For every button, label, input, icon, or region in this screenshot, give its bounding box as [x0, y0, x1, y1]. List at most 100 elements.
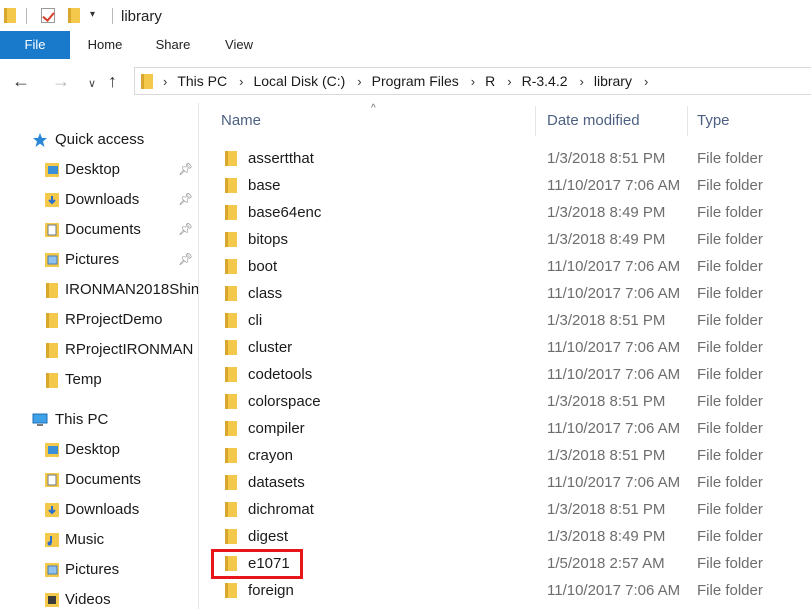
- table-row[interactable]: crayon 1/3/2018 8:51 PM File folder: [211, 442, 811, 469]
- pin-icon[interactable]: 📌︎: [178, 252, 193, 266]
- file-date-modified: 11/10/2017 7:06 AM: [547, 285, 679, 302]
- table-row[interactable]: compiler 11/10/2017 7:06 AM File folder: [211, 415, 811, 442]
- forward-arrow-icon[interactable]: →: [52, 71, 70, 91]
- nav-quick-access[interactable]: Quick access: [0, 125, 198, 155]
- tab-share[interactable]: Share: [140, 31, 206, 59]
- file-list: ^ Name Date modified Type assertthat 1/3/…: [199, 103, 811, 609]
- table-row[interactable]: colorspace 1/3/2018 8:51 PM File folder: [211, 388, 811, 415]
- table-row[interactable]: foreign 11/10/2017 7:06 AM File folder: [211, 577, 811, 604]
- table-row[interactable]: dichromat 1/3/2018 8:51 PM File folder: [211, 496, 811, 523]
- table-row[interactable]: datasets 11/10/2017 7:06 AM File folder: [211, 469, 811, 496]
- ribbon: File Home Share View: [0, 31, 811, 59]
- nav-label: Desktop: [65, 441, 121, 458]
- table-row[interactable]: base64enc 1/3/2018 8:49 PM File folder: [211, 199, 811, 226]
- breadcrumb-local-disk[interactable]: Local Disk (C:): [253, 73, 345, 89]
- table-row[interactable]: cluster 11/10/2017 7:06 AM File folder: [211, 334, 811, 361]
- file-name: dichromat: [248, 501, 314, 518]
- chevron-right-icon[interactable]: ›: [507, 74, 511, 89]
- file-type: File folder: [697, 285, 763, 302]
- folder-icon: [225, 151, 237, 166]
- breadcrumb-r[interactable]: R: [485, 73, 495, 89]
- back-arrow-icon[interactable]: ←: [12, 71, 30, 91]
- pin-icon[interactable]: 📌︎: [178, 222, 193, 236]
- column-divider[interactable]: [687, 106, 688, 136]
- breadcrumb-this-pc[interactable]: This PC: [177, 73, 227, 89]
- column-divider[interactable]: [535, 106, 536, 136]
- tab-file[interactable]: File: [0, 31, 70, 59]
- sidebar-item-pc-pictures[interactable]: Pictures: [0, 555, 198, 585]
- nav-this-pc[interactable]: This PC: [0, 405, 198, 435]
- file-type: File folder: [697, 258, 763, 275]
- table-row[interactable]: class 11/10/2017 7:06 AM File folder: [211, 280, 811, 307]
- table-row[interactable]: bitops 1/3/2018 8:49 PM File folder: [211, 226, 811, 253]
- file-name: base64enc: [248, 204, 322, 221]
- nav-label: RProjectDemo: [65, 311, 163, 328]
- sidebar-item-pc-videos[interactable]: Videos: [0, 585, 198, 609]
- file-type: File folder: [697, 204, 763, 221]
- pin-icon[interactable]: 📌︎: [178, 192, 193, 206]
- folder-icon: [225, 394, 237, 409]
- file-name: assertthat: [248, 150, 314, 167]
- sidebar-item-ironman2018shiny[interactable]: IRONMAN2018Shiny: [0, 275, 198, 305]
- chevron-right-icon[interactable]: ›: [239, 74, 243, 89]
- customize-toolbar-chevron-icon[interactable]: ▾: [90, 9, 95, 20]
- sidebar-item-temp[interactable]: Temp: [0, 365, 198, 395]
- sidebar-item-rprojectironman[interactable]: RProjectIRONMAN: [0, 335, 198, 365]
- folder-icon: [141, 74, 153, 89]
- sidebar-item-pc-music[interactable]: Music: [0, 525, 198, 555]
- sidebar-item-documents[interactable]: Documents 📌︎: [0, 215, 198, 245]
- nav-label: Videos: [65, 591, 111, 608]
- documents-folder-icon: [45, 473, 59, 487]
- star-icon: [33, 133, 47, 147]
- folder-icon: [225, 529, 237, 544]
- nav-label: Downloads: [65, 501, 140, 518]
- table-row[interactable]: base 11/10/2017 7:06 AM File folder: [211, 172, 811, 199]
- folder-icon: [225, 286, 237, 301]
- pin-icon[interactable]: 📌︎: [178, 162, 193, 176]
- downloads-folder-icon: [45, 503, 59, 517]
- folder-icon: [225, 178, 237, 193]
- sidebar-item-desktop[interactable]: Desktop 📌︎: [0, 155, 198, 185]
- chevron-right-icon[interactable]: ›: [357, 74, 361, 89]
- file-date-modified: 11/10/2017 7:06 AM: [547, 258, 679, 275]
- chevron-right-icon[interactable]: ›: [580, 74, 584, 89]
- column-header-name[interactable]: Name: [221, 112, 261, 129]
- folder-icon: [46, 373, 58, 388]
- chevron-right-icon[interactable]: ›: [644, 74, 648, 89]
- address-bar[interactable]: › This PC › Local Disk (C:) › Program Fi…: [134, 67, 811, 95]
- chevron-right-icon[interactable]: ›: [163, 74, 167, 89]
- tab-view[interactable]: View: [206, 31, 272, 59]
- table-row[interactable]: digest 1/3/2018 8:49 PM File folder: [211, 523, 811, 550]
- new-folder-icon[interactable]: [68, 8, 80, 23]
- table-row[interactable]: codetools 11/10/2017 7:06 AM File folder: [211, 361, 811, 388]
- folder-icon: [225, 205, 237, 220]
- table-row[interactable]: cli 1/3/2018 8:51 PM File folder: [211, 307, 811, 334]
- sidebar-item-downloads[interactable]: Downloads 📌︎: [0, 185, 198, 215]
- file-type: File folder: [697, 231, 763, 248]
- sidebar-item-pc-documents[interactable]: Documents: [0, 465, 198, 495]
- folder-icon: [225, 475, 237, 490]
- properties-icon[interactable]: [41, 8, 55, 23]
- table-row[interactable]: assertthat 1/3/2018 8:51 PM File folder: [211, 145, 811, 172]
- folder-icon: [225, 583, 237, 598]
- folder-icon: [4, 8, 16, 23]
- tab-home[interactable]: Home: [70, 31, 140, 59]
- recent-locations-chevron-icon[interactable]: ∨: [88, 74, 96, 94]
- column-header-type[interactable]: Type: [697, 112, 730, 129]
- sidebar-item-pictures[interactable]: Pictures 📌︎: [0, 245, 198, 275]
- sidebar-item-rprojectdemo[interactable]: RProjectDemo: [0, 305, 198, 335]
- table-row[interactable]: boot 11/10/2017 7:06 AM File folder: [211, 253, 811, 280]
- breadcrumb-library[interactable]: library: [594, 73, 632, 89]
- videos-folder-icon: [45, 593, 59, 607]
- file-type: File folder: [697, 339, 763, 356]
- column-header-date-modified[interactable]: Date modified: [547, 112, 640, 129]
- sidebar-item-pc-downloads[interactable]: Downloads: [0, 495, 198, 525]
- breadcrumb-r-version[interactable]: R-3.4.2: [522, 73, 568, 89]
- nav-label: RProjectIRONMAN: [65, 341, 194, 358]
- up-arrow-icon[interactable]: ↑: [108, 71, 117, 91]
- sidebar-item-pc-desktop[interactable]: Desktop: [0, 435, 198, 465]
- breadcrumb-program-files[interactable]: Program Files: [372, 73, 459, 89]
- window-title: library: [121, 8, 162, 25]
- chevron-right-icon[interactable]: ›: [471, 74, 475, 89]
- file-name: crayon: [248, 447, 294, 464]
